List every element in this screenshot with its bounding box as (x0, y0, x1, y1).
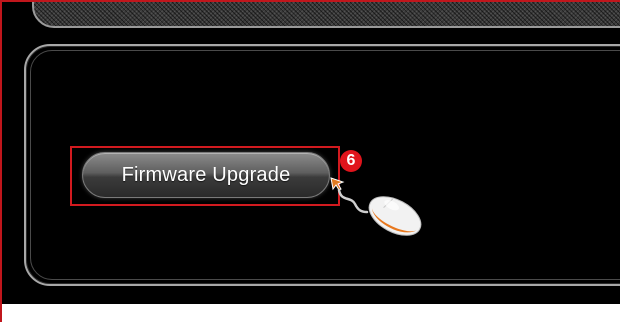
step-number-badge: 6 (340, 150, 362, 172)
mouse-click-icon (330, 177, 422, 236)
firmware-upgrade-button[interactable]: Firmware Upgrade (82, 152, 330, 198)
router-panel-background: Firmware Upgrade 6 (2, 2, 620, 304)
tutorial-frame: Firmware Upgrade 6 (0, 0, 620, 322)
header-texture-strip (32, 2, 620, 28)
